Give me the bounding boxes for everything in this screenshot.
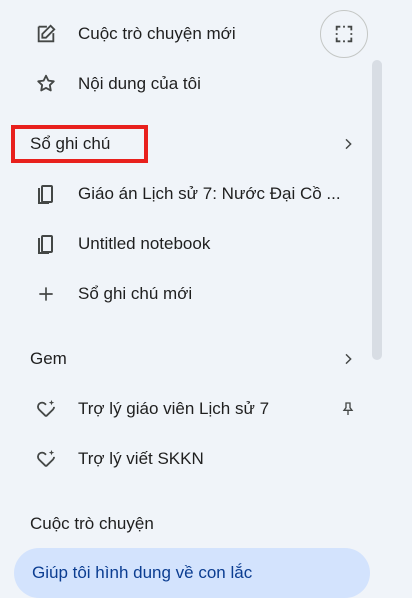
chevron-right-icon <box>336 132 360 156</box>
highlight-annotation-box <box>11 125 148 163</box>
gem-section-header[interactable]: Gem <box>20 339 368 379</box>
notebook-item[interactable]: Untitled notebook <box>20 224 368 264</box>
dashed-square-icon <box>333 23 355 45</box>
conversation-item-active[interactable]: Giúp tôi hình dung về con lắc <box>14 548 370 598</box>
gem-heart-sparkle-icon <box>34 397 58 421</box>
gem-item[interactable]: Trợ lý giáo viên Lịch sử 7 <box>20 389 368 429</box>
sidebar: Cuộc trò chuyện mới Nội dung của tôi Sổ … <box>0 0 384 598</box>
toggle-panel-button[interactable] <box>320 10 368 58</box>
gem-item-label: Trợ lý giáo viên Lịch sử 7 <box>78 399 270 418</box>
notebook-item-label: Giáo án Lịch sử 7: Nước Đại Cồ ... <box>78 184 341 203</box>
chevron-right-icon <box>336 347 360 371</box>
notebook-icon <box>34 232 58 256</box>
gem-item[interactable]: Trợ lý viết SKKN <box>20 439 368 479</box>
conversations-section-label: Cuộc trò chuyện <box>30 514 154 533</box>
scrollbar[interactable] <box>372 60 382 360</box>
conversations-section-header: Cuộc trò chuyện <box>20 504 368 544</box>
gem-item-label: Trợ lý viết SKKN <box>78 449 204 468</box>
conversation-item-label: Giúp tôi hình dung về con lắc <box>32 563 253 582</box>
my-content-label: Nội dung của tôi <box>78 74 201 93</box>
plus-icon <box>34 282 58 306</box>
notebook-item-label: Untitled notebook <box>78 234 211 253</box>
notebook-icon <box>34 182 58 206</box>
pin-icon[interactable] <box>336 397 360 421</box>
new-notebook-label: Sổ ghi chú mới <box>78 284 193 303</box>
my-content-button[interactable]: Nội dung của tôi <box>20 64 368 104</box>
edit-icon <box>34 22 58 46</box>
new-notebook-button[interactable]: Sổ ghi chú mới <box>20 274 368 314</box>
notebook-item[interactable]: Giáo án Lịch sử 7: Nước Đại Cồ ... <box>20 174 368 214</box>
star-shape-icon <box>34 72 58 96</box>
gem-heart-sparkle-icon <box>34 447 58 471</box>
new-chat-button[interactable]: Cuộc trò chuyện mới <box>20 14 368 54</box>
gem-section-label: Gem <box>30 349 67 368</box>
